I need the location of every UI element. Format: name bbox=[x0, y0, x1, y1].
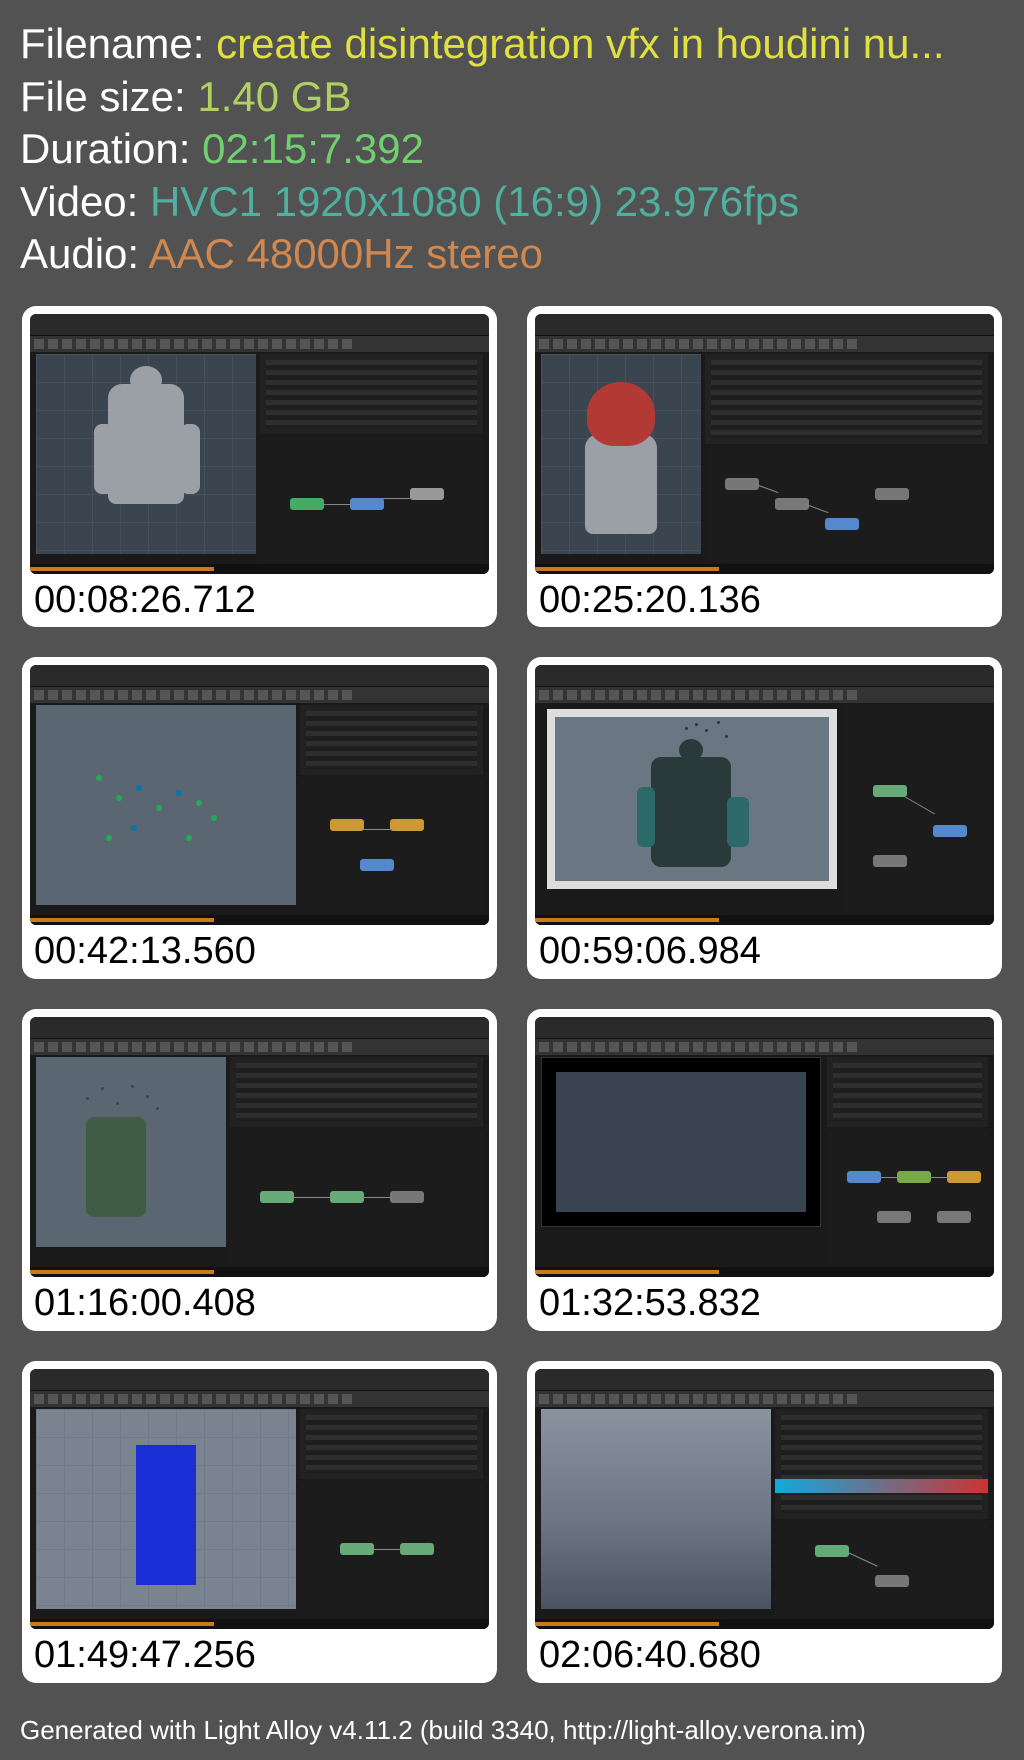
thumbnail-card: 00:08:26.712 bbox=[22, 306, 497, 628]
value-video: HVC1 1920x1080 (16:9) 23.976fps bbox=[150, 178, 799, 225]
thumbnail-image bbox=[30, 1017, 489, 1277]
thumbnail-image bbox=[30, 1369, 489, 1629]
thumbnail-timestamp: 00:08:26.712 bbox=[30, 574, 489, 624]
value-audio: AAC 48000Hz stereo bbox=[148, 230, 543, 277]
thumbnail-timestamp: 00:59:06.984 bbox=[535, 925, 994, 975]
thumbnail-timestamp: 00:42:13.560 bbox=[30, 925, 489, 975]
row-filename: Filename: create disintegration vfx in h… bbox=[20, 18, 1004, 71]
row-duration: Duration: 02:15:7.392 bbox=[20, 123, 1004, 176]
thumbnail-timestamp: 00:25:20.136 bbox=[535, 574, 994, 624]
row-audio: Audio: AAC 48000Hz stereo bbox=[20, 228, 1004, 281]
thumbnail-card: 02:06:40.680 bbox=[527, 1361, 1002, 1683]
thumbnail-card: 01:32:53.832 bbox=[527, 1009, 1002, 1331]
label-duration: Duration: bbox=[20, 125, 202, 172]
label-filesize: File size: bbox=[20, 73, 197, 120]
thumbnail-image bbox=[535, 314, 994, 574]
thumbnail-timestamp: 02:06:40.680 bbox=[535, 1629, 994, 1679]
thumbnail-image bbox=[535, 1369, 994, 1629]
thumbnail-timestamp: 01:32:53.832 bbox=[535, 1277, 994, 1327]
media-info-block: Filename: create disintegration vfx in h… bbox=[0, 0, 1024, 296]
thumbnail-image bbox=[535, 1017, 994, 1277]
label-filename: Filename: bbox=[20, 20, 216, 67]
thumbnail-timestamp: 01:16:00.408 bbox=[30, 1277, 489, 1327]
value-filesize: 1.40 GB bbox=[197, 73, 351, 120]
row-video: Video: HVC1 1920x1080 (16:9) 23.976fps bbox=[20, 176, 1004, 229]
value-filename: create disintegration vfx in houdini nu.… bbox=[216, 20, 944, 67]
thumbnail-image bbox=[30, 665, 489, 925]
thumbnail-card: 01:49:47.256 bbox=[22, 1361, 497, 1683]
thumbnail-card: 01:16:00.408 bbox=[22, 1009, 497, 1331]
label-audio: Audio: bbox=[20, 230, 148, 277]
label-video: Video: bbox=[20, 178, 150, 225]
thumbnail-timestamp: 01:49:47.256 bbox=[30, 1629, 489, 1679]
footer-generator-text: Generated with Light Alloy v4.11.2 (buil… bbox=[20, 1715, 866, 1746]
thumbnail-image bbox=[30, 314, 489, 574]
thumbnail-grid: 00:08:26.712 00:25:20.136 bbox=[0, 296, 1024, 1693]
thumbnail-image bbox=[535, 665, 994, 925]
row-filesize: File size: 1.40 GB bbox=[20, 71, 1004, 124]
thumbnail-card: 00:25:20.136 bbox=[527, 306, 1002, 628]
thumbnail-card: 00:42:13.560 bbox=[22, 657, 497, 979]
value-duration: 02:15:7.392 bbox=[202, 125, 424, 172]
thumbnail-card: 00:59:06.984 bbox=[527, 657, 1002, 979]
